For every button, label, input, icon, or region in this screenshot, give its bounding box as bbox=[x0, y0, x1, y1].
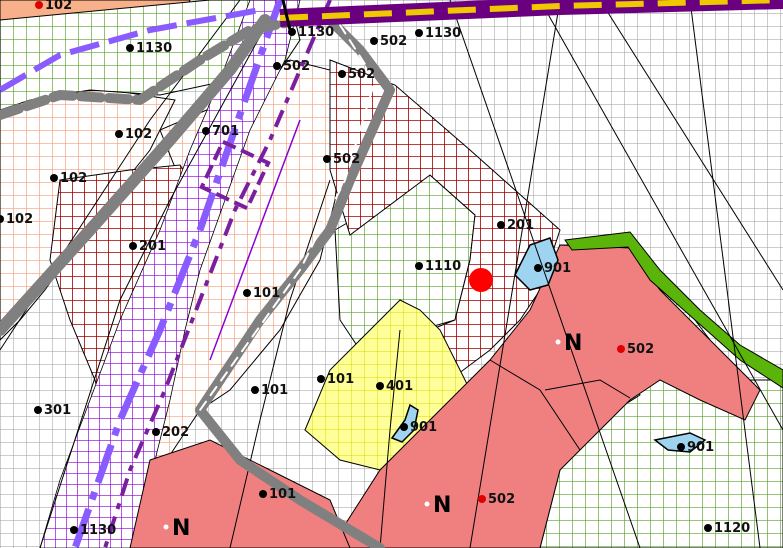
parcel-label-17: 502 bbox=[627, 342, 654, 357]
parcel-dot-22[interactable] bbox=[400, 423, 408, 431]
parcel-dot-4[interactable] bbox=[415, 29, 423, 37]
parcel-dot-5[interactable] bbox=[273, 62, 281, 70]
parcel-label-13: 201 bbox=[139, 239, 166, 254]
parcel-label-24: 901 bbox=[687, 440, 714, 455]
parcel-dot-10[interactable] bbox=[50, 174, 58, 182]
zone-dot-0 bbox=[555, 339, 561, 345]
parcel-dot-14[interactable] bbox=[415, 262, 423, 270]
parcel-label-20: 101 bbox=[261, 383, 288, 398]
zoning-map-canvas[interactable]: 102 1130 1130 502 1130 502 502 102 701 502 102 102 2… bbox=[0, 0, 783, 548]
zoning-map[interactable]: 102 1130 1130 502 1130 502 502 102 701 502 102 102 2… bbox=[0, 0, 783, 548]
parcel-dot-19[interactable] bbox=[376, 382, 384, 390]
parcel-dot-12[interactable] bbox=[497, 221, 505, 229]
parcel-label-11: 102 bbox=[6, 212, 33, 227]
parcel-dot-2[interactable] bbox=[288, 28, 296, 36]
parcel-dot-13[interactable] bbox=[129, 242, 137, 250]
parcel-dot-3[interactable] bbox=[370, 37, 378, 45]
parcel-label-14: 1110 bbox=[425, 259, 461, 274]
parcel-label-15: 901 bbox=[544, 261, 571, 276]
parcel-dot-26[interactable] bbox=[478, 495, 486, 503]
parcel-dot-21[interactable] bbox=[34, 406, 42, 414]
parcel-dot-9[interactable] bbox=[323, 155, 331, 163]
parcel-label-10: 102 bbox=[60, 171, 87, 186]
parcel-dot-15[interactable] bbox=[534, 264, 542, 272]
parcel-dot-25[interactable] bbox=[259, 490, 267, 498]
parcel-label-12: 201 bbox=[507, 218, 534, 233]
parcel-label-3: 502 bbox=[380, 34, 407, 49]
parcel-label-28: 1120 bbox=[714, 521, 750, 536]
parcel-label-27: 1130 bbox=[80, 523, 116, 538]
parcel-label-1: 1130 bbox=[136, 41, 172, 56]
parcel-label-0: 102 bbox=[45, 0, 72, 13]
location-marker[interactable] bbox=[469, 268, 493, 292]
parcel-label-2: 1130 bbox=[298, 25, 334, 40]
zone-dot-1 bbox=[424, 501, 430, 507]
parcel-dot-18[interactable] bbox=[317, 375, 325, 383]
parcel-label-16: 101 bbox=[253, 286, 280, 301]
parcel-dot-6[interactable] bbox=[338, 70, 346, 78]
zone-label-0: N bbox=[564, 331, 582, 356]
parcel-label-21: 301 bbox=[44, 403, 71, 418]
parcel-dot-17[interactable] bbox=[617, 345, 625, 353]
parcel-label-18: 101 bbox=[327, 372, 354, 387]
parcel-dot-28[interactable] bbox=[704, 524, 712, 532]
parcel-label-8: 701 bbox=[212, 124, 239, 139]
parcel-label-7: 102 bbox=[125, 127, 152, 142]
parcel-dot-20[interactable] bbox=[251, 386, 259, 394]
parcel-label-26: 502 bbox=[488, 492, 515, 507]
parcel-dot-1[interactable] bbox=[126, 44, 134, 52]
zone-label-1: N bbox=[433, 493, 451, 518]
parcel-label-6: 502 bbox=[348, 67, 375, 82]
parcel-dot-8[interactable] bbox=[202, 127, 210, 135]
parcel-label-22: 901 bbox=[410, 420, 437, 435]
parcel-dot-24[interactable] bbox=[677, 443, 685, 451]
parcel-label-5: 502 bbox=[283, 59, 310, 74]
parcel-label-23: 202 bbox=[162, 425, 189, 440]
parcel-dot-27[interactable] bbox=[70, 526, 78, 534]
parcel-label-25: 101 bbox=[269, 487, 296, 502]
zone-dot-2 bbox=[163, 524, 169, 530]
parcel-dot-0[interactable] bbox=[35, 1, 43, 9]
zone-label-2: N bbox=[172, 516, 190, 541]
parcel-label-4: 1130 bbox=[425, 26, 461, 41]
parcel-dot-23[interactable] bbox=[152, 428, 160, 436]
parcel-label-9: 502 bbox=[333, 152, 360, 167]
parcel-label-19: 401 bbox=[386, 379, 413, 394]
parcel-dot-7[interactable] bbox=[115, 130, 123, 138]
parcel-dot-16[interactable] bbox=[243, 289, 251, 297]
